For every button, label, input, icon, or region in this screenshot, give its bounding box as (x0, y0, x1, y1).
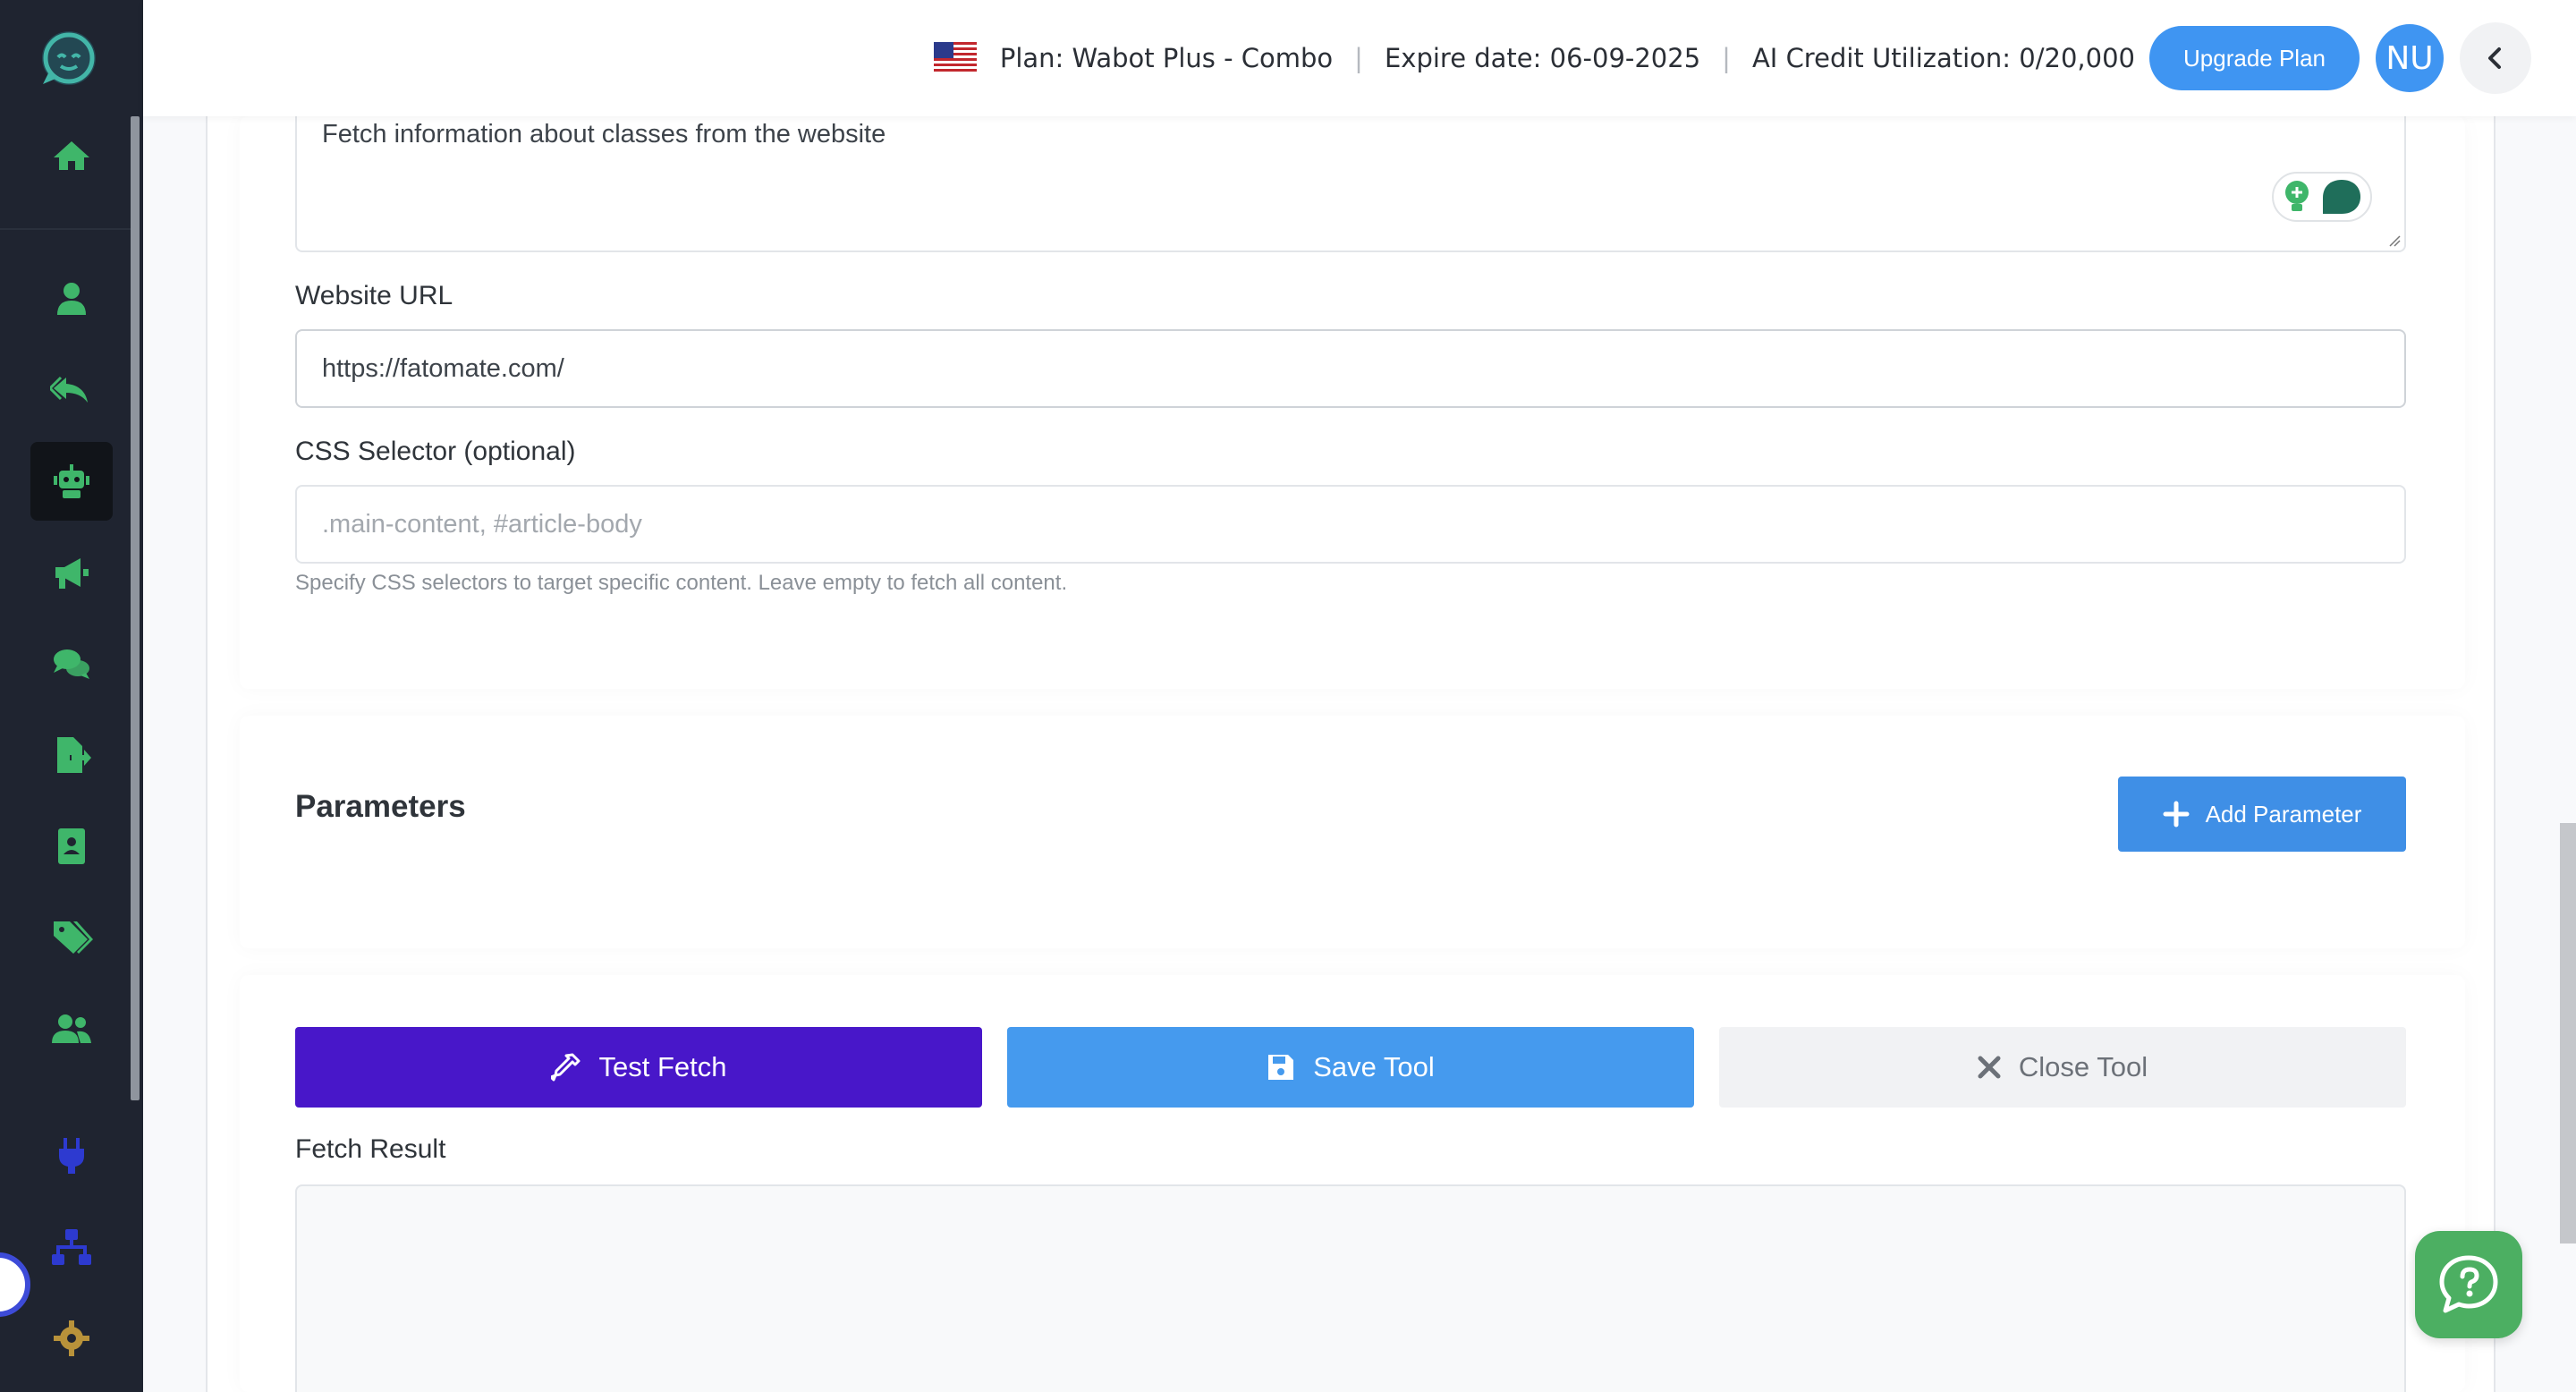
header-separator: | (1722, 43, 1731, 73)
tags-icon (54, 921, 93, 954)
sidebar-item-chats[interactable] (30, 624, 113, 703)
sidebar-item-integrations[interactable] (30, 1116, 113, 1195)
sidebar-item-settings[interactable] (30, 1299, 113, 1378)
test-fetch-label: Test Fetch (598, 1051, 727, 1082)
plug-icon (59, 1138, 84, 1174)
eyedropper-icon (550, 1053, 580, 1082)
question-chat-icon (2439, 1255, 2498, 1313)
sidebar-item-export[interactable] (30, 716, 113, 794)
top-header: Plan: Wabot Plus - Combo | Expire date: … (143, 0, 2576, 116)
loading-indicator (0, 1252, 30, 1317)
close-icon (1978, 1056, 2001, 1079)
us-flag-icon (933, 42, 977, 74)
save-icon (1268, 1055, 1294, 1080)
save-tool-label: Save Tool (1313, 1051, 1435, 1082)
close-tool-button[interactable]: Close Tool (1719, 1027, 2406, 1108)
test-fetch-button[interactable]: Test Fetch (295, 1027, 982, 1108)
sidebar-item-replies[interactable] (30, 351, 113, 429)
home-icon (54, 141, 89, 170)
megaphone-icon (55, 558, 89, 589)
sidebar-item-profile[interactable] (30, 259, 113, 338)
contact-book-icon (58, 828, 85, 864)
help-chat-button[interactable] (2415, 1231, 2522, 1338)
add-parameter-button[interactable]: Add Parameter (2118, 777, 2406, 852)
website-url-label: Website URL (295, 281, 453, 310)
chat-bubbles-icon (54, 649, 89, 679)
header-separator: | (1354, 43, 1363, 73)
fetch-result-box[interactable] (295, 1184, 2406, 1392)
upgrade-plan-button[interactable]: Upgrade Plan (2149, 26, 2360, 90)
users-group-icon (52, 1014, 91, 1043)
plus-icon (2163, 801, 2190, 828)
description-textarea[interactable]: Fetch information about classes from the… (295, 98, 2406, 252)
sidebar-item-tags[interactable] (30, 898, 113, 977)
sidebar-item-team[interactable] (30, 989, 113, 1068)
sidebar-item-contacts[interactable] (30, 807, 113, 886)
avatar[interactable]: NU (2376, 24, 2444, 92)
parameters-title: Parameters (295, 789, 466, 824)
collapse-button[interactable] (2460, 22, 2531, 94)
sidebar-item-home[interactable] (30, 116, 113, 195)
chat-assistant-icon[interactable] (2321, 178, 2362, 216)
textarea-tools[interactable] (2272, 172, 2372, 222)
sidebar-item-bots[interactable] (30, 442, 113, 521)
add-parameter-label: Add Parameter (2205, 800, 2362, 828)
plan-text: Plan: Wabot Plus - Combo (999, 43, 1334, 73)
page-scrollbar[interactable] (2560, 823, 2576, 1243)
close-tool-label: Close Tool (2018, 1051, 2148, 1082)
gear-icon (54, 1320, 89, 1356)
save-tool-button[interactable]: Save Tool (1007, 1027, 1694, 1108)
sitemap-icon (52, 1229, 91, 1265)
chevron-left-icon (2488, 47, 2501, 69)
css-selector-placeholder: .main-content, #article-body (322, 509, 642, 539)
css-selector-input[interactable]: .main-content, #article-body (295, 485, 2406, 564)
sidebar-scrollbar[interactable] (131, 116, 140, 1100)
fetch-result-label: Fetch Result (295, 1134, 446, 1164)
sidebar-item-flows[interactable] (30, 1208, 113, 1286)
sidebar-divider (0, 228, 131, 230)
css-selector-help: Specify CSS selectors to target specific… (295, 571, 1068, 595)
website-url-input[interactable]: https://fatomate.com/ (295, 329, 2406, 408)
reply-all-icon (50, 376, 88, 403)
css-selector-label: CSS Selector (optional) (295, 437, 576, 466)
sidebar-item-campaigns[interactable] (30, 533, 113, 612)
resize-handle-icon[interactable] (2388, 234, 2401, 247)
expire-date-text: Expire date: 06-09-2025 (1384, 43, 1701, 73)
robot-icon (54, 464, 89, 498)
ai-credit-text: AI Credit Utilization: 0/20,000 (1751, 43, 2135, 73)
description-text: Fetch information about classes from the… (322, 120, 886, 149)
sidebar (0, 0, 143, 1392)
website-url-value: https://fatomate.com/ (322, 353, 564, 383)
app-logo[interactable] (36, 27, 102, 89)
ai-bulb-icon[interactable] (2282, 179, 2312, 215)
file-export-icon (57, 737, 91, 773)
user-icon (57, 283, 86, 315)
